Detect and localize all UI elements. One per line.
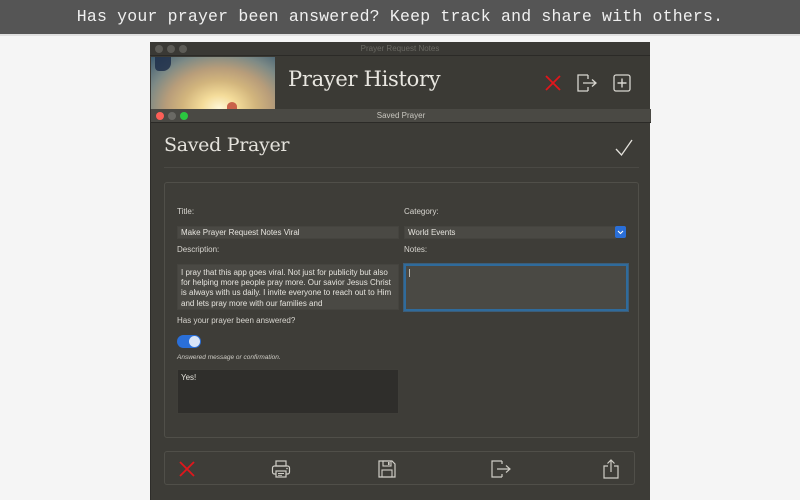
window-title: Saved Prayer: [376, 111, 426, 120]
chevron-down-icon: [617, 230, 624, 234]
toggle-knob: [189, 336, 200, 347]
title-bar: Prayer Request Notes: [150, 42, 650, 56]
description-label: Description:: [177, 245, 220, 254]
category-select[interactable]: World Events: [404, 226, 616, 239]
add-button[interactable]: [611, 72, 633, 94]
text-caret: [409, 269, 410, 277]
notes-textarea[interactable]: [404, 264, 628, 311]
share-icon: [603, 459, 619, 479]
answered-label: Has your prayer been answered?: [177, 316, 296, 325]
floppy-disk-icon: [378, 460, 396, 478]
add-square-icon: [613, 74, 631, 92]
checkmark-icon: [615, 139, 633, 157]
promo-banner: Has your prayer been answered? Keep trac…: [0, 0, 800, 34]
window-title: Prayer Request Notes: [360, 44, 440, 53]
page-title: Saved Prayer: [164, 134, 290, 156]
delete-button[interactable]: [175, 457, 199, 481]
divider: [164, 167, 639, 168]
confirm-button[interactable]: [613, 137, 635, 159]
title-input[interactable]: Make Prayer Request Notes Viral: [177, 226, 399, 239]
export-button[interactable]: [576, 72, 598, 94]
title-label: Title:: [177, 207, 195, 216]
share-button[interactable]: [599, 457, 623, 481]
title-bar: Saved Prayer: [151, 109, 651, 123]
close-icon: [179, 461, 195, 477]
banner-divider: [0, 34, 800, 36]
prayer-form: Title: Make Prayer Request Notes Viral C…: [164, 182, 639, 438]
save-button[interactable]: [375, 457, 399, 481]
saved-prayer-window: Saved Prayer Saved Prayer Title: Make Pr…: [150, 109, 651, 500]
sky-clouds-sunlight-image: [151, 57, 275, 111]
answered-toggle[interactable]: [177, 335, 201, 348]
answered-hint: Answered message or confirmation.: [177, 354, 281, 361]
print-button[interactable]: [269, 457, 293, 481]
close-icon: [545, 75, 561, 91]
page-title: Prayer History: [288, 67, 441, 91]
answered-message-textarea[interactable]: Yes!: [177, 369, 399, 414]
bottom-toolbar: [164, 451, 635, 485]
delete-button[interactable]: [542, 72, 564, 94]
description-textarea[interactable]: I pray that this app goes viral. Not jus…: [177, 264, 399, 310]
export-button[interactable]: [489, 457, 513, 481]
notes-label: Notes:: [404, 245, 428, 254]
export-icon: [577, 74, 597, 92]
category-dropdown-button[interactable]: [615, 226, 626, 238]
category-label: Category:: [404, 207, 439, 216]
printer-icon: [271, 460, 291, 478]
export-icon: [491, 460, 511, 478]
